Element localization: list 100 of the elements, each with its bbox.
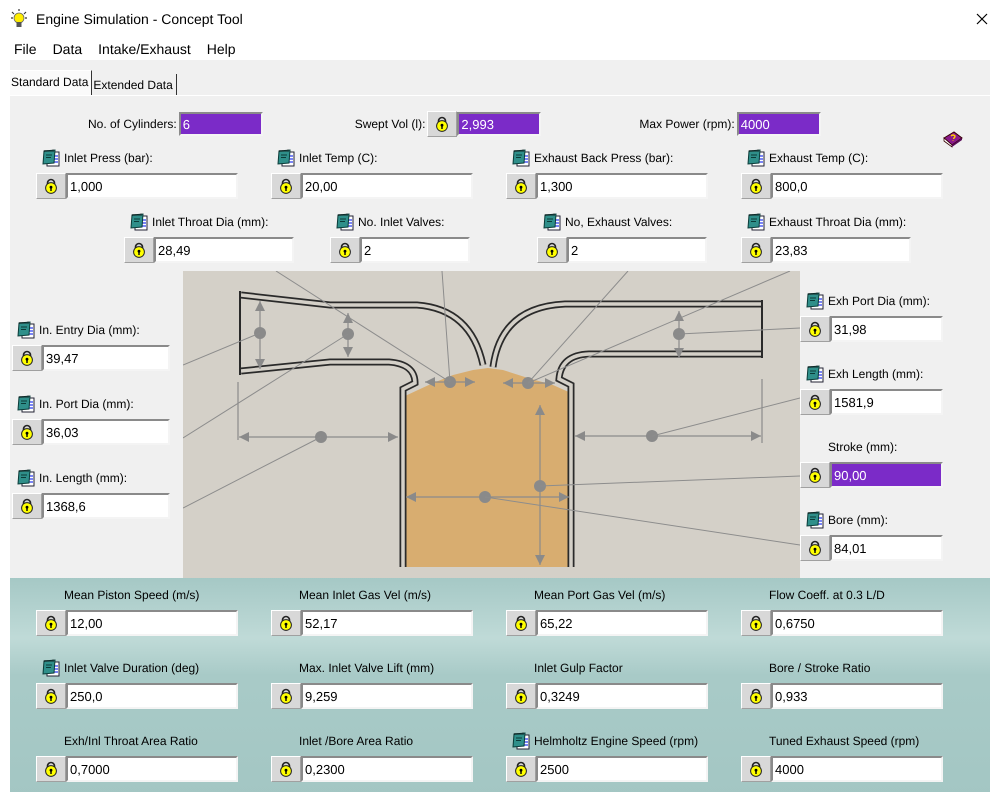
lock-button[interactable] (741, 173, 771, 199)
field-label: No, Exhaust Valves: (565, 215, 672, 229)
lock-icon (514, 761, 528, 777)
value-field[interactable]: 2500 (536, 756, 708, 782)
lock-button[interactable] (506, 173, 536, 199)
value-field[interactable]: 4000 (736, 112, 821, 136)
lock-button[interactable] (271, 683, 301, 709)
lock-icon (749, 688, 763, 704)
lock-button[interactable] (741, 237, 771, 263)
field-label: Max Power (rpm): (639, 117, 735, 131)
value-field[interactable]: 800,0 (771, 173, 943, 199)
lock-button[interactable] (506, 610, 536, 636)
notebook-icon (335, 212, 355, 232)
lock-button[interactable] (36, 683, 66, 709)
lock-button[interactable] (271, 610, 301, 636)
lock-icon (435, 116, 450, 132)
lock-icon (749, 242, 763, 258)
lock-button[interactable] (800, 535, 830, 561)
field-label: Mean Inlet Gas Vel (m/s) (299, 588, 432, 602)
lock-button[interactable] (36, 756, 66, 782)
value-field[interactable]: 39,47 (42, 345, 170, 371)
value-field[interactable]: 1368,6 (42, 493, 170, 519)
field-label: Mean Port Gas Vel (m/s) (534, 588, 666, 602)
lock-button[interactable] (800, 462, 830, 488)
tab[interactable]: Extended Data (92, 74, 177, 95)
tab[interactable]: Standard Data (10, 70, 92, 95)
notebook-icon (16, 394, 36, 414)
lock-icon (279, 615, 293, 631)
lock-button[interactable] (36, 173, 66, 199)
lock-button[interactable] (271, 756, 301, 782)
notebook-icon (805, 291, 825, 311)
lock-button[interactable] (800, 389, 830, 415)
lock-icon (279, 178, 293, 194)
lock-button[interactable] (800, 316, 830, 342)
value-field[interactable]: 12,00 (66, 610, 238, 636)
notebook-icon (41, 148, 61, 168)
lock-button[interactable] (741, 683, 771, 709)
value-field[interactable]: 1581,9 (830, 389, 943, 415)
value-field[interactable]: 23,83 (771, 237, 911, 263)
lock-button[interactable] (12, 493, 42, 519)
field-label: No. Inlet Valves: (358, 215, 444, 229)
value-field[interactable]: 0,2300 (301, 756, 473, 782)
value-field[interactable]: 1,300 (536, 173, 708, 199)
value-field[interactable]: 2 (567, 237, 707, 263)
lock-button[interactable] (427, 111, 458, 137)
value-field[interactable]: 0,3249 (536, 683, 708, 709)
lock-icon (279, 688, 293, 704)
value-field[interactable]: 2,993 (457, 112, 542, 136)
help-book-icon[interactable] (942, 130, 964, 148)
lock-button[interactable] (506, 683, 536, 709)
lock-icon (749, 761, 763, 777)
window-title: Engine Simulation - Concept Tool (36, 11, 243, 27)
value-field[interactable]: 65,22 (536, 610, 708, 636)
value-field[interactable]: 9,259 (301, 683, 473, 709)
lock-icon (338, 242, 352, 258)
value-field[interactable]: 2 (360, 237, 470, 263)
lock-button[interactable] (506, 756, 536, 782)
value-field[interactable]: 36,03 (42, 419, 170, 445)
lock-button[interactable] (36, 610, 66, 636)
dimension-arrow (673, 311, 685, 358)
close-icon[interactable] (976, 13, 988, 25)
value-field[interactable]: 0,933 (771, 683, 943, 709)
value-field[interactable]: 28,49 (154, 237, 294, 263)
notebook-icon (16, 320, 36, 340)
menu-item[interactable]: File (6, 41, 45, 57)
value-field[interactable]: 84,01 (830, 535, 943, 561)
lock-icon (279, 761, 293, 777)
value-field[interactable]: 90,00 (830, 462, 943, 488)
value-field[interactable]: 31,98 (830, 316, 943, 342)
value-field[interactable]: 1,000 (66, 173, 238, 199)
lock-button[interactable] (741, 610, 771, 636)
lock-button[interactable] (12, 345, 42, 371)
field-label: Inlet Press (bar): (64, 151, 153, 165)
dimension-arrow (342, 313, 354, 357)
lock-icon (514, 178, 528, 194)
field-label: Exhaust Back Press (bar): (534, 151, 674, 165)
value-field[interactable]: 250,0 (66, 683, 238, 709)
value-field[interactable]: 6 (178, 112, 263, 136)
field-label: Mean Piston Speed (m/s) (64, 588, 200, 602)
field-label: No. of Cylinders: (88, 117, 177, 131)
field-label: Swept Vol (l): (354, 117, 426, 131)
menu-item[interactable]: Data (44, 41, 90, 57)
lock-icon (808, 394, 822, 410)
lock-icon (545, 242, 559, 258)
field-label: Exhaust Temp (C): (769, 151, 868, 165)
lock-button[interactable] (271, 173, 301, 199)
value-field[interactable]: 20,00 (301, 173, 473, 199)
menu-item[interactable]: Help (198, 41, 244, 57)
lock-button[interactable] (741, 756, 771, 782)
value-field[interactable]: 0,7000 (66, 756, 238, 782)
value-field[interactable]: 52,17 (301, 610, 473, 636)
lock-button[interactable] (330, 237, 360, 263)
field-label: Stroke (mm): (828, 440, 898, 454)
field-label: In. Length (mm): (39, 471, 128, 485)
value-field[interactable]: 0,6750 (771, 610, 943, 636)
lock-button[interactable] (537, 237, 567, 263)
menu-item[interactable]: Intake/Exhaust (90, 41, 199, 57)
lock-button[interactable] (12, 419, 42, 445)
lock-button[interactable] (124, 237, 154, 263)
value-field[interactable]: 4000 (771, 756, 943, 782)
